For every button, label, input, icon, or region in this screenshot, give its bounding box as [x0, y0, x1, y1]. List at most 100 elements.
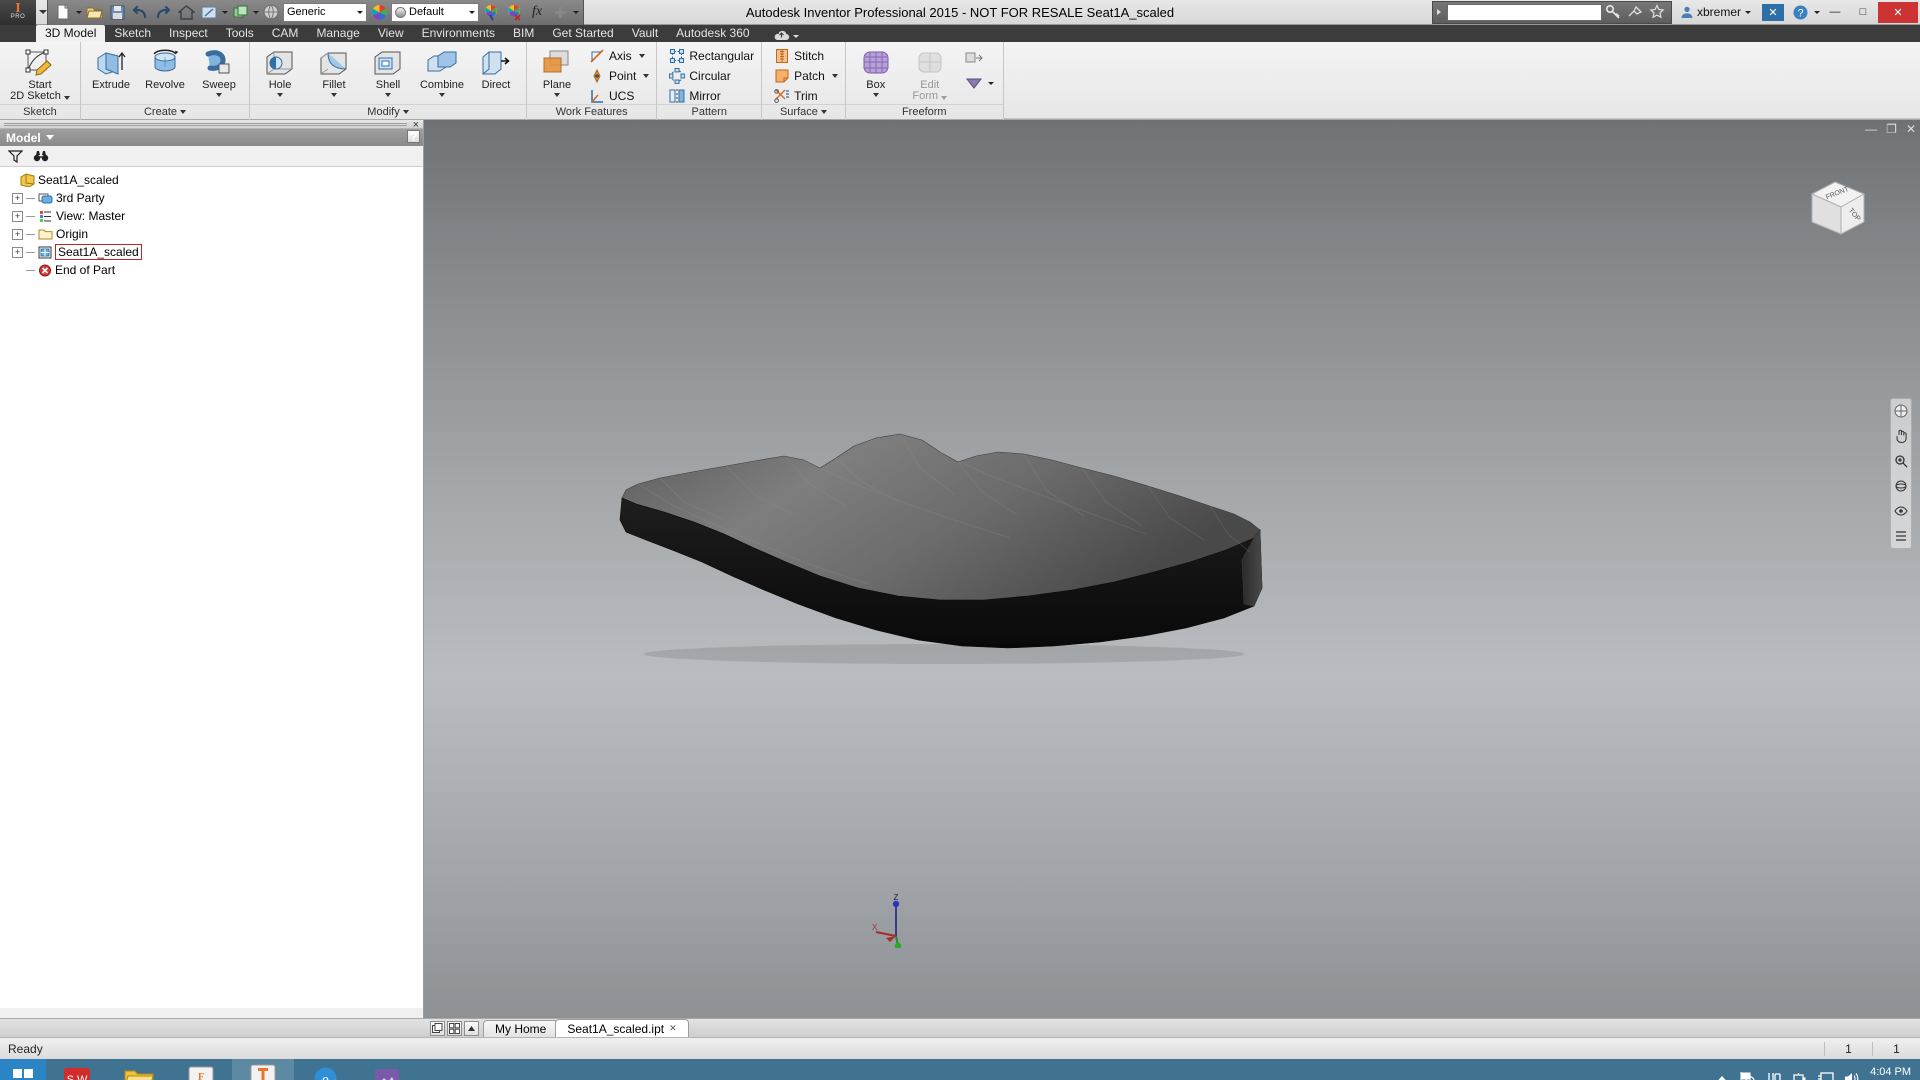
patch-button[interactable]: Patch	[769, 66, 842, 86]
taskbar-item-file-explorer[interactable]	[108, 1059, 170, 1080]
browser-help-badge[interactable]: ?	[407, 130, 420, 143]
shell-chevron-icon[interactable]	[385, 93, 391, 97]
tree-item-end-of-part[interactable]: End of Part	[12, 261, 423, 279]
app-logo-button[interactable]: I PRO	[0, 0, 36, 25]
return-chevron-icon[interactable]	[222, 10, 228, 14]
view-cube[interactable]: FRONT TOP	[1796, 172, 1874, 250]
display-icon[interactable]	[1817, 1070, 1834, 1080]
view-list-icon[interactable]	[1893, 528, 1909, 544]
help-chevron-icon[interactable]	[1814, 10, 1820, 14]
tab-vault[interactable]: Vault	[623, 25, 667, 42]
convert-to-freeform-icon[interactable]	[963, 48, 985, 69]
graphics-viewport[interactable]: — ❐ ✕ FRONT TOP Z X	[424, 120, 1920, 1018]
undo-icon[interactable]	[129, 2, 151, 23]
tab-3d-model[interactable]: 3D Model	[36, 25, 106, 42]
panel-modify-chevron-icon[interactable]	[402, 110, 409, 114]
network-icon[interactable]	[1765, 1070, 1782, 1080]
browser-drag-grip[interactable]: ×	[0, 119, 423, 131]
material-globe-icon[interactable]	[260, 2, 282, 23]
edit-form-chevron-icon[interactable]	[941, 95, 948, 100]
tree-expand-icon[interactable]: +	[12, 228, 23, 240]
tree-expand-icon[interactable]: +	[12, 246, 23, 258]
update-icon[interactable]	[229, 2, 251, 23]
doc-tab-seat1a-scaled-ipt[interactable]: Seat1A_scaled.ipt ✕	[555, 1019, 689, 1037]
search-expand-icon[interactable]	[1436, 9, 1444, 15]
viewport-minimize-button[interactable]: —	[1865, 122, 1877, 136]
update-chevron-icon[interactable]	[253, 10, 259, 14]
tree-item-seat1a-scaled-root[interactable]: Seat1A_scaled	[6, 171, 423, 189]
tab-bim[interactable]: BIM	[504, 25, 543, 42]
satellite-icon[interactable]	[1624, 1, 1646, 23]
start-2d-sketch-chevron-icon[interactable]	[63, 95, 70, 100]
tab-cam[interactable]: CAM	[263, 25, 308, 42]
viewport-restore-button[interactable]: ❐	[1886, 122, 1897, 136]
tile-windows-icon[interactable]	[447, 1021, 462, 1036]
cascade-windows-icon[interactable]	[430, 1021, 445, 1036]
axis-chevron-icon[interactable]	[638, 54, 645, 58]
direct-button[interactable]: Direct	[469, 44, 523, 91]
start-2d-sketch-button[interactable]: Start 2D Sketch	[3, 44, 77, 102]
tab-environments[interactable]: Environments	[413, 25, 504, 42]
shell-button[interactable]: Shell	[361, 44, 415, 97]
cloud-status-icon[interactable]	[773, 30, 799, 42]
stitch-button[interactable]: Stitch	[769, 46, 842, 66]
orbit-icon[interactable]	[1893, 478, 1909, 494]
scanned-seat-model[interactable]	[614, 410, 1374, 770]
show-hidden-icons[interactable]	[1713, 1070, 1730, 1080]
panel-create-chevron-icon[interactable]	[180, 110, 187, 114]
tab-manage[interactable]: Manage	[307, 25, 368, 42]
tab-tools[interactable]: Tools	[217, 25, 263, 42]
taskbar-item-photo-viewer[interactable]	[356, 1059, 418, 1080]
doc-tab-my-home[interactable]: My Home	[483, 1020, 559, 1037]
tab-get-started[interactable]: Get Started	[543, 25, 622, 42]
tree-item-3rd-party[interactable]: + 3rd Party	[12, 189, 423, 207]
filter-icon[interactable]	[8, 149, 23, 163]
add-to-qat-icon[interactable]	[549, 2, 571, 23]
tree-expand-icon[interactable]: +	[12, 210, 23, 222]
select-off-icon[interactable]	[503, 2, 525, 23]
taskbar-item-solidworks[interactable]: S W	[46, 1059, 108, 1080]
battery-icon[interactable]	[1791, 1070, 1808, 1080]
save-file-icon[interactable]	[106, 2, 128, 23]
revolve-button[interactable]: Revolve	[138, 44, 192, 91]
rectangular-pattern-button[interactable]: Rectangular	[664, 46, 758, 66]
point-chevron-icon[interactable]	[643, 74, 650, 78]
taskbar-item-internet-explorer[interactable]: e	[294, 1059, 356, 1080]
search-input[interactable]	[1446, 3, 1602, 21]
help-icon[interactable]: ?	[1789, 1, 1811, 23]
fillet-chevron-icon[interactable]	[331, 93, 337, 97]
freeform-display-chevron-icon[interactable]	[987, 82, 994, 85]
select-icon[interactable]	[480, 2, 502, 23]
redo-icon[interactable]	[152, 2, 174, 23]
tree-item-seat1a-scaled-body[interactable]: + Seat1A_scaled	[12, 243, 423, 261]
search-key-icon[interactable]	[1602, 1, 1624, 23]
trim-button[interactable]: Trim	[769, 86, 842, 106]
doc-tab-close-icon[interactable]: ✕	[669, 1023, 677, 1034]
taskbar-clock[interactable]: 4:04 PM 3/9/2015	[1869, 1066, 1912, 1080]
parameters-fx-icon[interactable]: fx	[526, 2, 548, 23]
start-icon[interactable]	[0, 1059, 46, 1080]
flag-action-center-icon[interactable]	[1739, 1070, 1756, 1080]
tree-item-view-master[interactable]: + View: Master	[12, 207, 423, 225]
new-file-icon[interactable]	[52, 2, 74, 23]
combine-button[interactable]: Combine	[415, 44, 469, 97]
plane-chevron-icon[interactable]	[554, 93, 560, 97]
home-icon[interactable]	[175, 2, 197, 23]
browser-chevron-down-icon[interactable]	[45, 135, 54, 140]
binoculars-icon[interactable]	[33, 149, 49, 163]
star-icon[interactable]	[1646, 1, 1668, 23]
pan-icon[interactable]	[1893, 428, 1909, 444]
material-select[interactable]: Generic	[283, 2, 367, 22]
sweep-chevron-icon[interactable]	[216, 93, 222, 97]
circular-pattern-button[interactable]: Circular	[664, 66, 758, 86]
tab-autodesk-360[interactable]: Autodesk 360	[667, 25, 758, 42]
tree-expand-icon[interactable]: +	[12, 192, 23, 204]
exchange-apps-button[interactable]: ✕	[1762, 3, 1784, 21]
fillet-button[interactable]: Fillet	[307, 44, 361, 97]
hole-button[interactable]: Hole	[253, 44, 307, 97]
combine-chevron-icon[interactable]	[439, 93, 445, 97]
browser-header[interactable]: Model ?	[0, 129, 423, 146]
taskbar-item-fusion-360[interactable]: F360	[170, 1059, 232, 1080]
qat-overflow-chevron-icon[interactable]	[573, 10, 579, 14]
maximize-button[interactable]: □	[1850, 2, 1876, 23]
